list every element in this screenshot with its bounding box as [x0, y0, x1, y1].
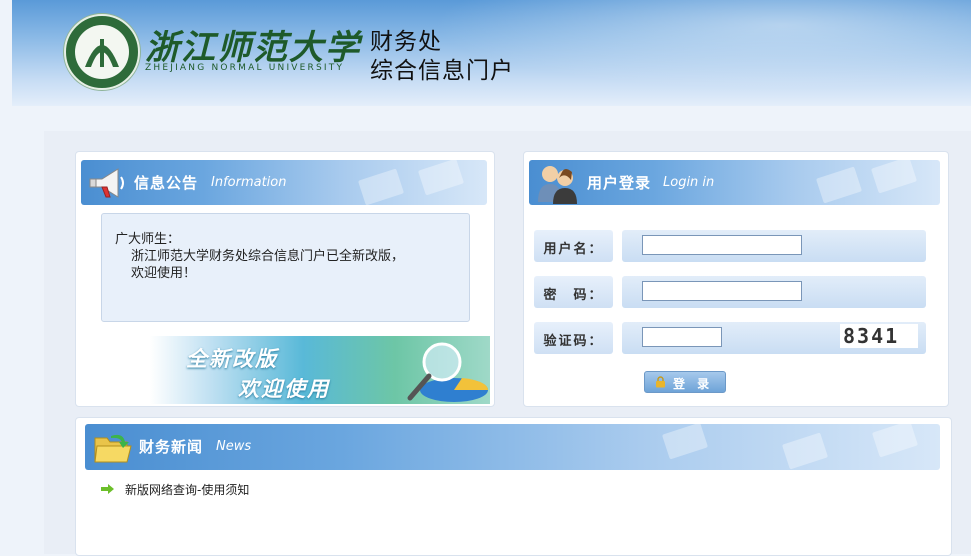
info-title: 信息公告: [134, 174, 199, 192]
titlebar-deco: [871, 424, 919, 458]
captcha-text: 8341: [843, 324, 900, 348]
username-label-box: 用户名：: [534, 230, 613, 262]
password-input[interactable]: [642, 281, 802, 301]
news-title-en: News: [216, 439, 252, 454]
university-name-en: ZHEJIANG NORMAL UNIVERSITY: [145, 63, 345, 73]
promo-banner-line2: 欢迎使用: [238, 377, 330, 401]
password-label-box: 密 码：: [534, 276, 613, 308]
login-title: 用户登录: [587, 174, 652, 192]
titlebar-deco: [870, 160, 918, 194]
captcha-label-box: 验证码：: [534, 322, 613, 354]
promo-banner-line1: 全新改版: [186, 347, 278, 371]
captcha-image[interactable]: 8341: [840, 324, 918, 348]
magnifier-chart-icon: [407, 342, 489, 402]
info-titlebar: 信息公告 Information: [81, 160, 487, 205]
folder-icon: [94, 434, 132, 463]
university-emblem-logo: [64, 14, 140, 90]
news-item-link[interactable]: 新版网络查询-使用须知: [125, 481, 249, 498]
announcement-message-2: 欢迎使用！: [131, 266, 197, 281]
lock-icon: [656, 376, 665, 388]
password-label: 密 码：: [543, 288, 604, 303]
portal-title: 综合信息门户: [370, 58, 514, 84]
info-title-en: Information: [211, 175, 287, 190]
arrow-right-icon: [101, 484, 114, 494]
news-title: 财务新闻: [139, 438, 204, 456]
login-title-en: Login in: [663, 175, 715, 190]
megaphone-icon: [89, 168, 124, 198]
captcha-label: 验证码：: [543, 334, 604, 349]
username-label: 用户名：: [543, 242, 604, 257]
users-icon: [538, 166, 577, 204]
captcha-input[interactable]: [642, 327, 722, 347]
titlebar-deco: [781, 432, 829, 470]
news-titlebar: 财务新闻 News: [85, 424, 940, 470]
login-titlebar: 用户登录 Login in: [529, 160, 940, 205]
username-input[interactable]: [642, 235, 802, 255]
university-name-cn: 浙江师范大学: [145, 28, 361, 68]
emblem-mountain-icon: [85, 39, 119, 67]
titlebar-deco: [661, 424, 709, 460]
titlebar-deco: [417, 160, 465, 196]
titlebar-deco: [815, 166, 863, 204]
login-button-label: 登 录: [673, 377, 714, 391]
titlebar-deco: [357, 168, 405, 205]
login-button[interactable]: 登 录: [644, 371, 726, 393]
